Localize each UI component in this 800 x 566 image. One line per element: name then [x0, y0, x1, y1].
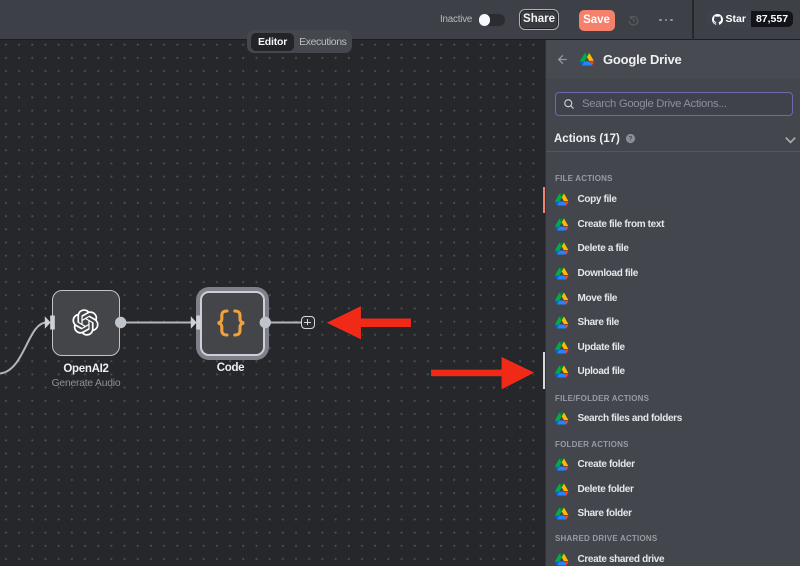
svg-text:?: ? — [628, 136, 632, 143]
